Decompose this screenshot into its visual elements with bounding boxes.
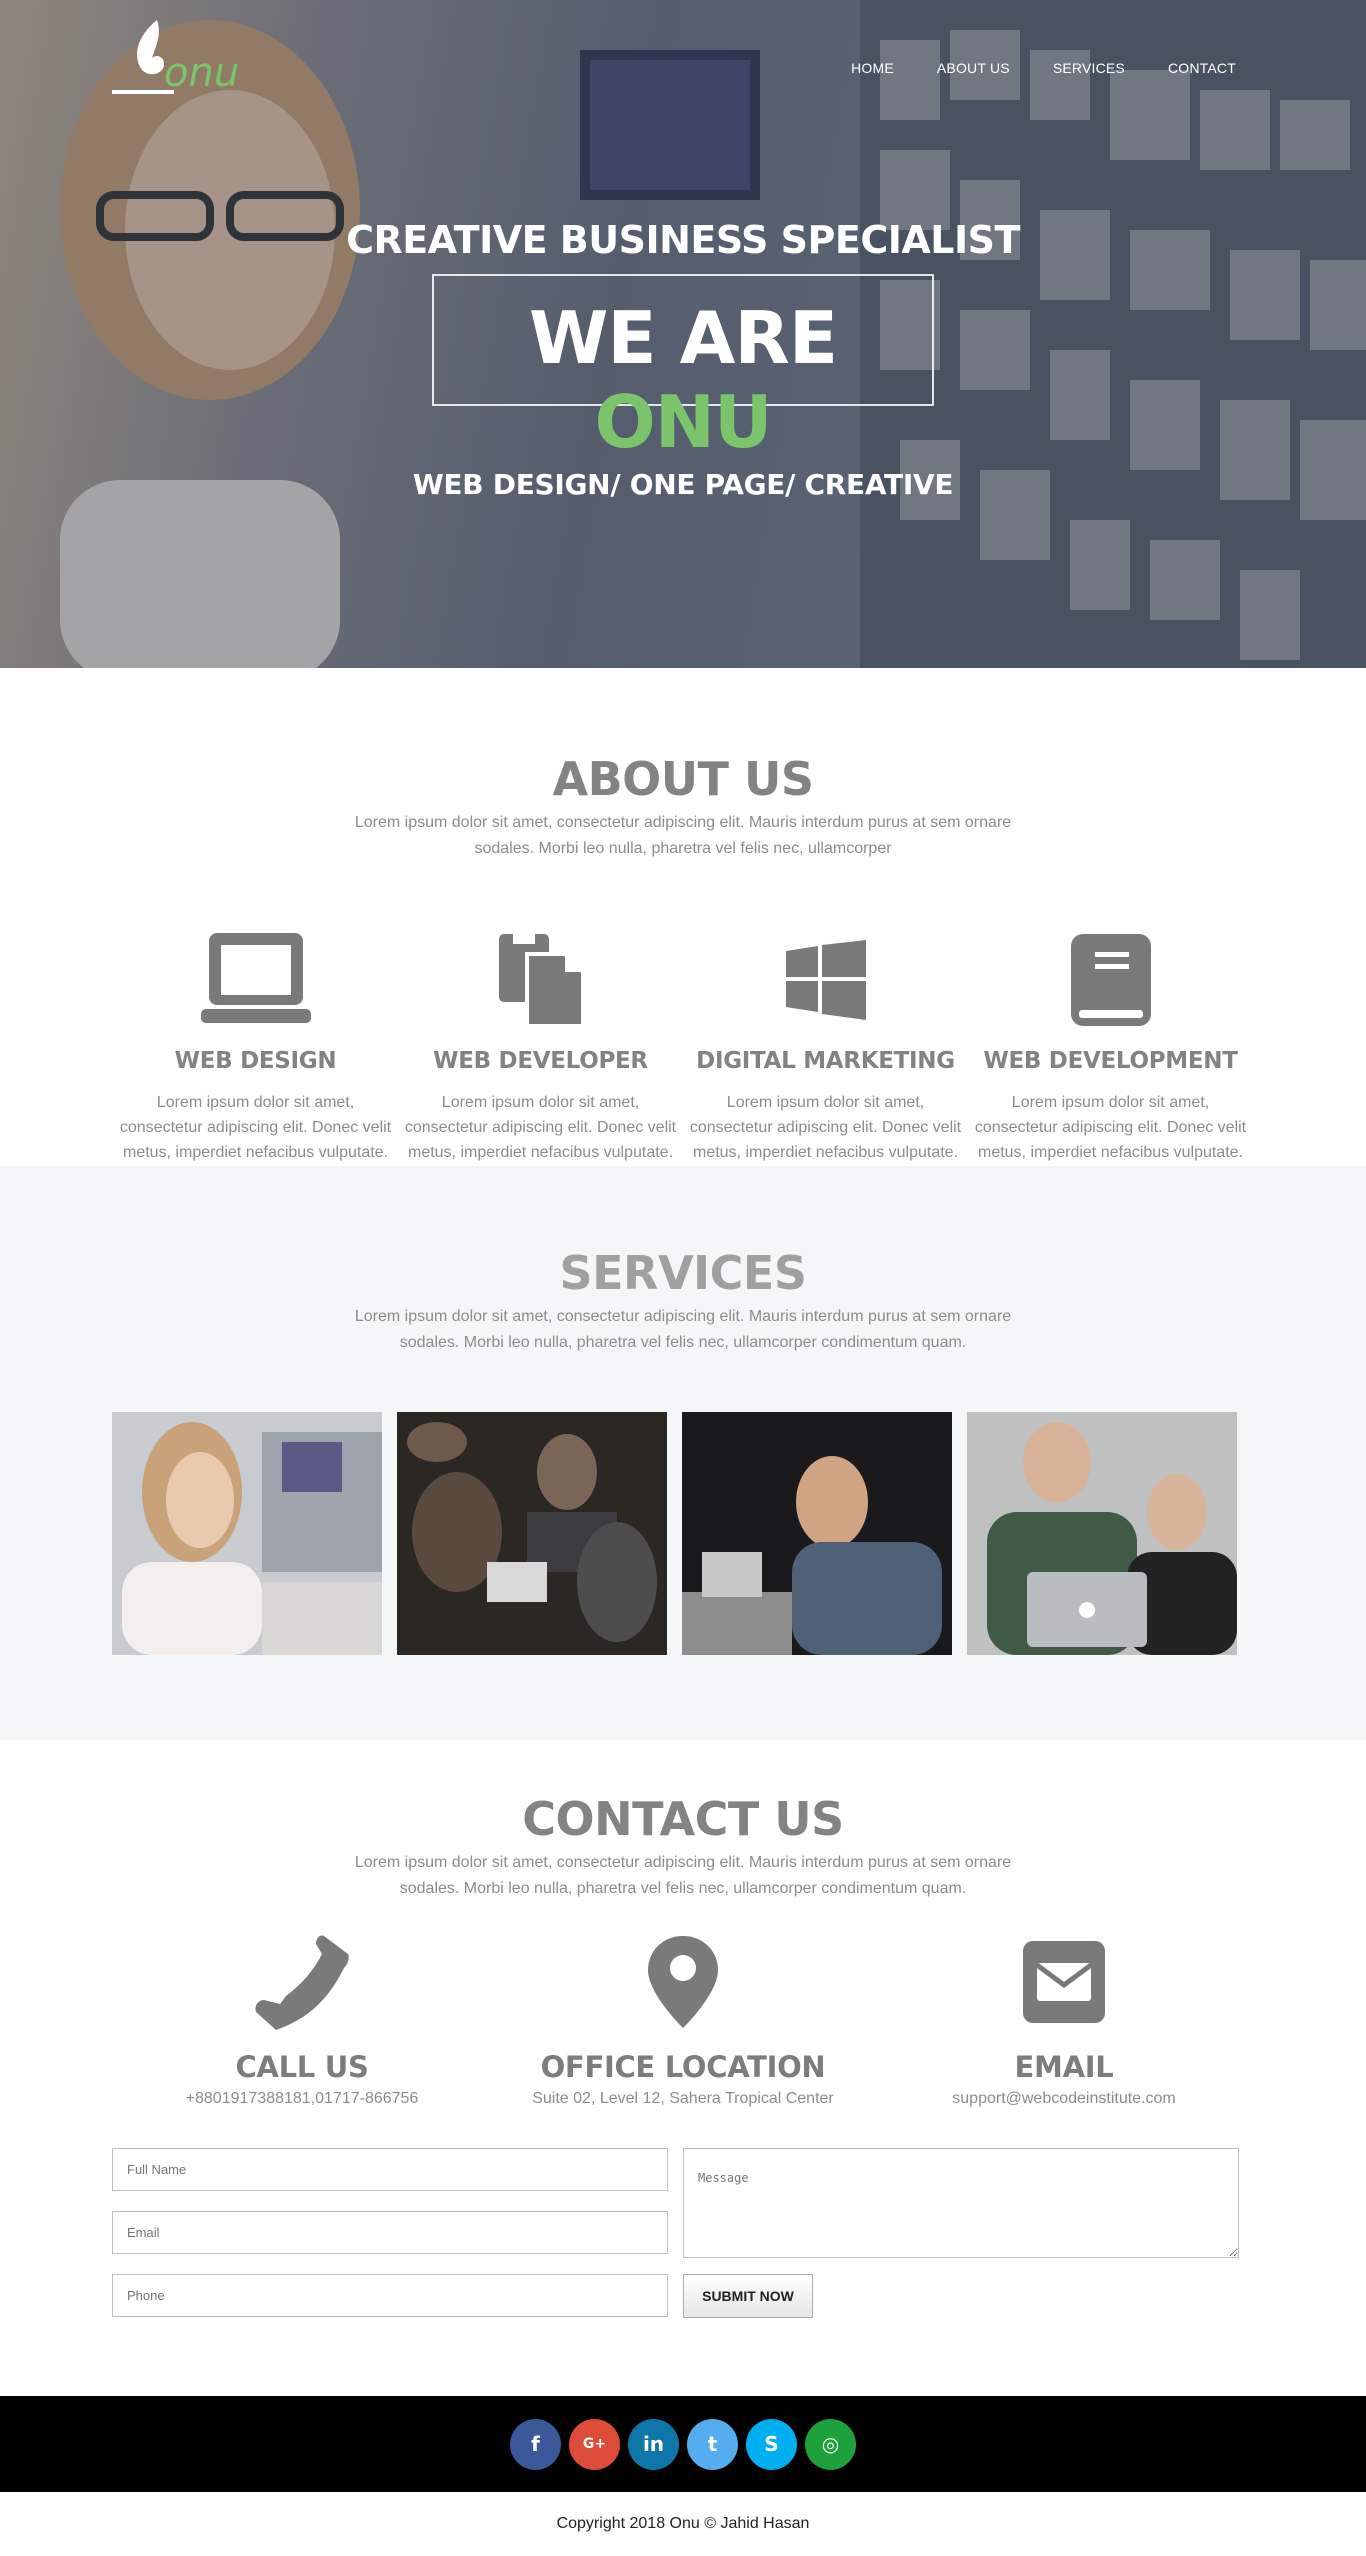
gallery-image-students-macbook[interactable] <box>967 1412 1237 1655</box>
hero-headline-accent: ONU <box>594 380 773 464</box>
contact-card-title: OFFICE LOCATION <box>540 2050 826 2084</box>
about-description: Lorem ipsum dolor sit amet, consectetur … <box>354 814 1012 857</box>
feature-text: Lorem ipsum dolor sit amet, consectetur … <box>974 1094 1247 1161</box>
feature-title: DIGITAL MARKETING <box>696 1048 955 1074</box>
services-section: SERVICES Lorem ipsum dolor sit amet, con… <box>0 1166 1366 1740</box>
contact-description: Lorem ipsum dolor sit amet, consectetur … <box>354 1854 1012 1897</box>
feature-text: Lorem ipsum dolor sit amet, consectetur … <box>689 1094 962 1161</box>
twitter-icon[interactable]: t <box>687 2418 738 2470</box>
feature-title: WEB DEVELOPER <box>433 1048 648 1074</box>
svg-text:onu: onu <box>164 50 239 96</box>
dribbble-icon[interactable]: ◎ <box>805 2418 856 2470</box>
contact-form-right-column: SUBMIT NOW <box>683 2148 1239 2337</box>
feature-title: WEB DEVELOPMENT <box>983 1048 1238 1074</box>
facebook-icon[interactable]: f <box>510 2418 561 2470</box>
contact-card-title: CALL US <box>235 2050 369 2084</box>
contact-section: CONTACT US Lorem ipsum dolor sit amet, c… <box>0 1740 1366 2396</box>
gallery-image-team-meeting[interactable] <box>397 1412 667 1655</box>
contact-card-value: Suite 02, Level 12, Sahera Tropical Cent… <box>532 2090 834 2107</box>
phone-field[interactable] <box>112 2274 668 2317</box>
contact-card-email: EMAIL support@webcodeinstitute.com <box>874 1932 1254 2108</box>
email-field[interactable] <box>112 2211 668 2254</box>
site-logo[interactable]: onu <box>112 18 287 98</box>
hero-headline-box: WE ARE ONU <box>432 274 934 464</box>
envelope-icon <box>874 1932 1254 2032</box>
contact-form-left-column <box>112 2148 668 2337</box>
contact-cards: CALL US +8801917388181,01717-866756 OFFI… <box>112 1932 1254 2108</box>
contact-card-title: EMAIL <box>1014 2050 1114 2084</box>
gallery-image-developer-laptop[interactable] <box>682 1412 952 1655</box>
nav-services[interactable]: SERVICES <box>1053 60 1125 76</box>
nav-home[interactable]: HOME <box>851 60 894 76</box>
phone-icon <box>112 1932 492 2032</box>
feature-text: Lorem ipsum dolor sit amet, consectetur … <box>119 1094 392 1161</box>
services-gallery <box>112 1412 1366 1655</box>
nav-about-us[interactable]: ABOUT US <box>937 60 1010 76</box>
skype-icon[interactable]: S <box>746 2418 797 2470</box>
book-icon <box>968 930 1253 1030</box>
full-name-field[interactable] <box>112 2148 668 2191</box>
windows-icon <box>683 930 968 1030</box>
services-description: Lorem ipsum dolor sit amet, consectetur … <box>354 1308 1012 1351</box>
hero-section: onu HOME ABOUT US SERVICES CONTACT CREAT… <box>0 0 1366 668</box>
social-glyph: S <box>764 2432 779 2456</box>
gallery-image-woman-at-desk[interactable] <box>112 1412 382 1655</box>
feature-item: WEB DEVELOPMENT Lorem ipsum dolor sit am… <box>968 930 1253 1165</box>
feature-list: WEB DESIGN Lorem ipsum dolor sit amet, c… <box>0 930 1366 1165</box>
about-section: ABOUT US Lorem ipsum dolor sit amet, con… <box>0 668 1366 1166</box>
map-pin-icon <box>493 1932 873 2032</box>
contact-form: SUBMIT NOW <box>112 2148 1366 2337</box>
contact-card-value[interactable]: support@webcodeinstitute.com <box>874 2090 1254 2108</box>
social-glyph: in <box>642 2432 665 2456</box>
feature-item: WEB DESIGN Lorem ipsum dolor sit amet, c… <box>113 930 398 1165</box>
social-glyph: G+ <box>582 2436 607 2452</box>
feature-item: WEB DEVELOPER Lorem ipsum dolor sit amet… <box>398 930 683 1165</box>
contact-card-call: CALL US +8801917388181,01717-866756 <box>112 1932 492 2108</box>
hero-headline-prefix: WE ARE <box>528 296 838 380</box>
files-icon <box>398 930 683 1030</box>
copyright: Copyright 2018 Onu © Jahid Hasan <box>0 2492 1366 2556</box>
contact-title: CONTACT US <box>522 1792 844 1846</box>
submit-button[interactable]: SUBMIT NOW <box>683 2274 813 2318</box>
hero-subheading: WEB DESIGN/ ONE PAGE/ CREATIVE <box>412 468 954 501</box>
footer: f G+ in t S ◎ Copyright 2018 Onu © Jahid… <box>0 2396 1366 2556</box>
social-glyph: t <box>707 2432 718 2456</box>
feature-text: Lorem ipsum dolor sit amet, consectetur … <box>404 1094 677 1161</box>
social-glyph: ◎ <box>821 2432 840 2456</box>
hero-headline: WE ARE ONU <box>434 296 932 464</box>
nav-contact[interactable]: CONTACT <box>1168 60 1236 76</box>
message-field[interactable] <box>683 2148 1239 2258</box>
hero-content: CREATIVE BUSINESS SPECIALIST WE ARE ONU … <box>0 218 1366 501</box>
contact-card-location: OFFICE LOCATION Suite 02, Level 12, Sahe… <box>493 1932 873 2108</box>
google-plus-icon[interactable]: G+ <box>569 2418 620 2470</box>
about-title: ABOUT US <box>552 752 815 806</box>
social-links: f G+ in t S ◎ <box>0 2396 1366 2492</box>
linkedin-icon[interactable]: in <box>628 2418 679 2470</box>
hero-kicker: CREATIVE BUSINESS SPECIALIST <box>346 218 1020 262</box>
feature-title: WEB DESIGN <box>174 1048 337 1074</box>
social-glyph: f <box>531 2432 540 2456</box>
laptop-icon <box>113 930 398 1030</box>
contact-card-value[interactable]: +8801917388181,01717-866756 <box>112 2090 492 2108</box>
main-nav: HOME ABOUT US SERVICES CONTACT <box>851 60 1236 76</box>
services-title: SERVICES <box>559 1246 807 1300</box>
feature-item: DIGITAL MARKETING Lorem ipsum dolor sit … <box>683 930 968 1165</box>
